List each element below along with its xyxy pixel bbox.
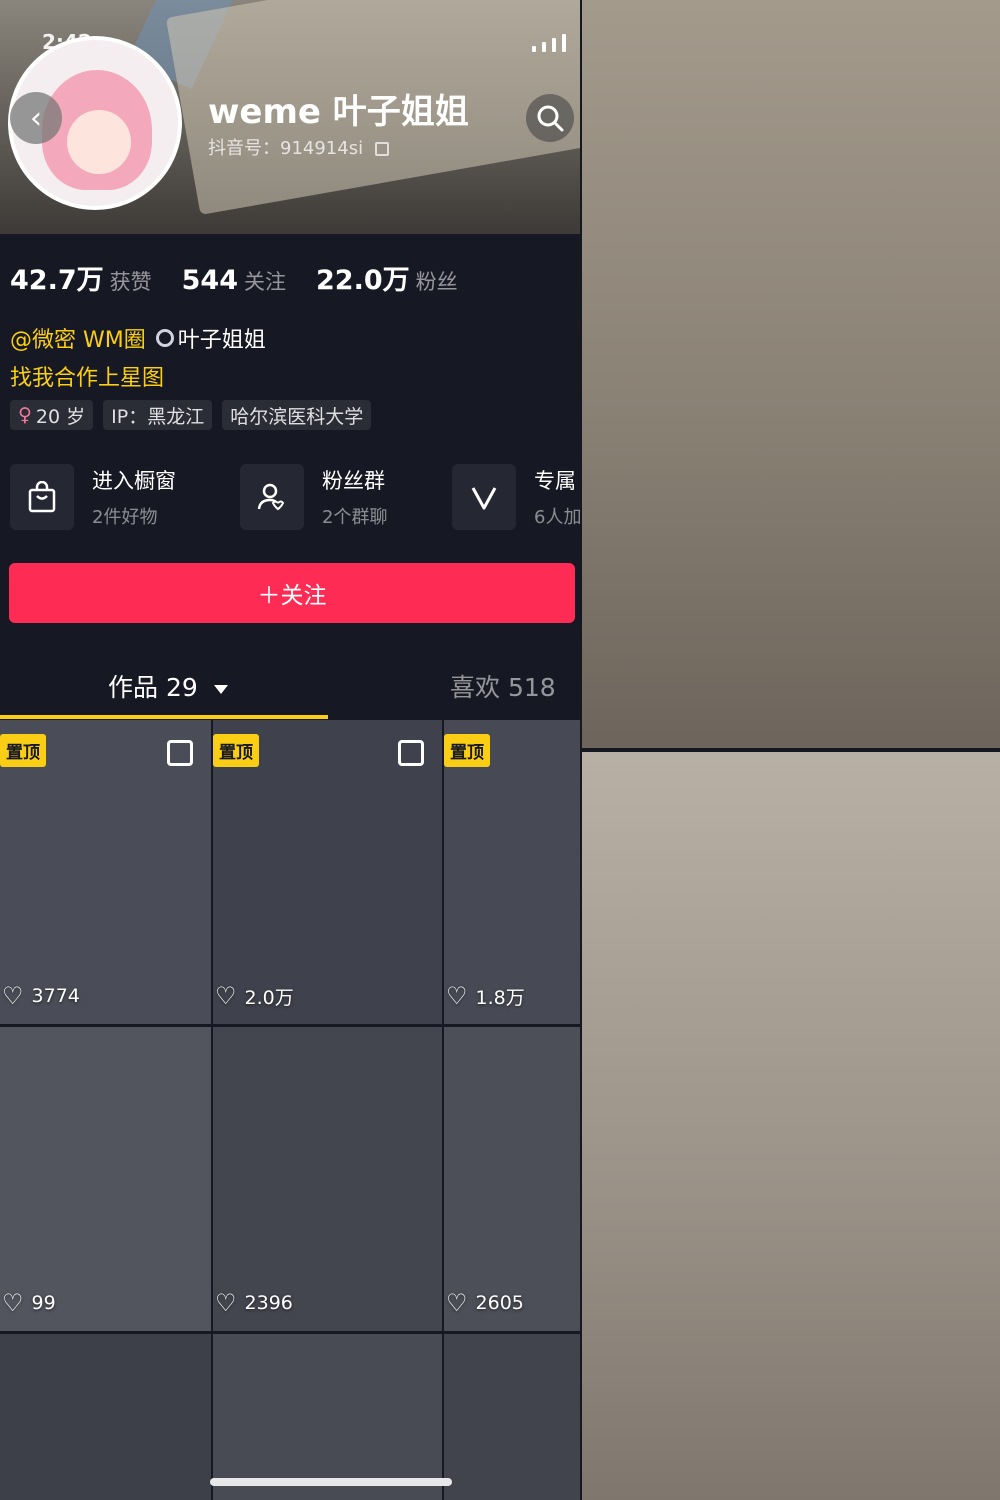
avatar-face [67,110,131,174]
bio-line-2[interactable]: 找我合作上星图 [10,360,164,392]
search-icon [537,105,564,132]
bio-line-1: @微密 WM圈 叶子姐姐 [10,322,266,354]
like-count-text: 2605 [475,1292,524,1314]
shopping-bag-icon [10,464,74,530]
video-thumbnail[interactable]: ♡ 99 [0,1027,211,1331]
multi-image-icon [398,740,424,766]
chevron-left-icon: ‹ [30,100,42,136]
tag-school[interactable]: 哈尔滨医科大学 [222,400,372,430]
multi-image-icon [167,740,193,766]
shortcut-exclusive[interactable]: 专属 6人加 [452,462,580,532]
photo-panel-bottom [582,752,1000,1500]
bio-mention[interactable]: @微密 WM圈 [10,322,146,354]
douyin-id-text: 抖音号：914914si [208,138,364,159]
caret-down-icon [213,684,228,694]
video-like-count: ♡ 1.8万 [446,982,525,1010]
tab-likes[interactable]: 喜欢 518 [450,668,556,704]
shortcut-fan-group[interactable]: 粉丝群 2个群聊 [240,462,387,532]
tag-age: ♀ 20 岁 [10,400,94,430]
heart-icon: ♡ [215,1289,237,1317]
profile-screen: 2:42 ‹ weme 叶子姐姐 抖音号：914914si 42.7万获赞 54… [0,0,580,1500]
heart-icon: ♡ [2,982,24,1010]
content-tabs: 作品 29 喜欢 518 [0,660,580,720]
video-thumbnail[interactable]: ♡ 2605 [444,1027,580,1331]
follow-button[interactable]: ＋关注 [9,563,575,623]
v-badge-icon [452,464,516,530]
home-indicator[interactable] [210,1478,452,1486]
video-like-count: ♡ 99 [2,1289,56,1317]
like-count-text: 99 [31,1292,56,1314]
like-count-text: 1.8万 [475,986,525,1009]
pinned-badge: 置顶 [444,734,490,767]
profile-name: weme 叶子姐姐 [208,92,469,132]
copy-icon[interactable] [374,142,389,156]
video-like-count: ♡ 2605 [446,1289,524,1317]
signal-icon [532,34,566,52]
female-icon: ♀ [18,404,32,426]
heart-icon: ♡ [2,1289,24,1317]
fan-group-icon [240,464,304,530]
heart-icon: ♡ [446,982,468,1010]
video-thumbnail[interactable]: 置顶 ♡ 3774 [0,720,211,1024]
pinned-badge: 置顶 [213,734,259,767]
like-count-text: 2396 [244,1292,293,1314]
search-button[interactable] [526,94,574,142]
magnifier-icon [155,329,174,347]
video-grid: 置顶 ♡ 3774 置顶 ♡ 2.0万 置顶 ♡ 1.8万 ♡ 99 ♡ 2396 ♡ 2605 [0,720,580,1500]
back-button[interactable]: ‹ [10,92,62,144]
heart-icon: ♡ [215,982,237,1010]
tab-works[interactable]: 作品 29 [108,668,228,704]
profile-header: 2:42 ‹ weme 叶子姐姐 抖音号：914914si [0,0,580,234]
video-like-count: ♡ 2396 [215,1289,293,1317]
stat-likes[interactable]: 42.7万 获赞 [10,258,152,297]
video-thumbnail[interactable] [444,1334,580,1500]
stat-followers[interactable]: 22.0万 粉丝 [316,258,458,297]
video-like-count: ♡ 3774 [2,982,80,1010]
profile-stats: 42.7万 获赞 544 关注 22.0万 粉丝 [10,258,458,297]
heart-icon: ♡ [446,1289,468,1317]
bio-mention-suffix: 叶子姐姐 [177,328,266,353]
video-thumbnail[interactable]: 置顶 ♡ 2.0万 [213,720,442,1024]
video-thumbnail[interactable] [0,1334,211,1500]
video-thumbnail[interactable]: 置顶 ♡ 1.8万 [444,720,580,1024]
video-like-count: ♡ 2.0万 [215,982,294,1010]
like-count-text: 2.0万 [244,986,294,1009]
tag-ip: IP：黑龙江 [103,400,213,430]
stat-following[interactable]: 544 关注 [182,265,286,296]
video-thumbnail[interactable]: ♡ 2396 [213,1027,442,1331]
tab-active-indicator [0,715,328,719]
pinned-badge: 置顶 [0,734,46,767]
douyin-id[interactable]: 抖音号：914914si [208,134,389,160]
profile-tags: ♀ 20 岁 IP：黑龙江 哈尔滨医科大学 [10,400,372,430]
video-thumbnail[interactable] [213,1334,442,1500]
shortcut-shop-window[interactable]: 进入橱窗 2件好物 [10,462,176,532]
like-count-text: 3774 [31,985,80,1007]
shortcut-row: 进入橱窗 2件好物 粉丝群 2个群聊 专属 6人加 [10,462,580,532]
photo-panel-top [582,0,1000,748]
